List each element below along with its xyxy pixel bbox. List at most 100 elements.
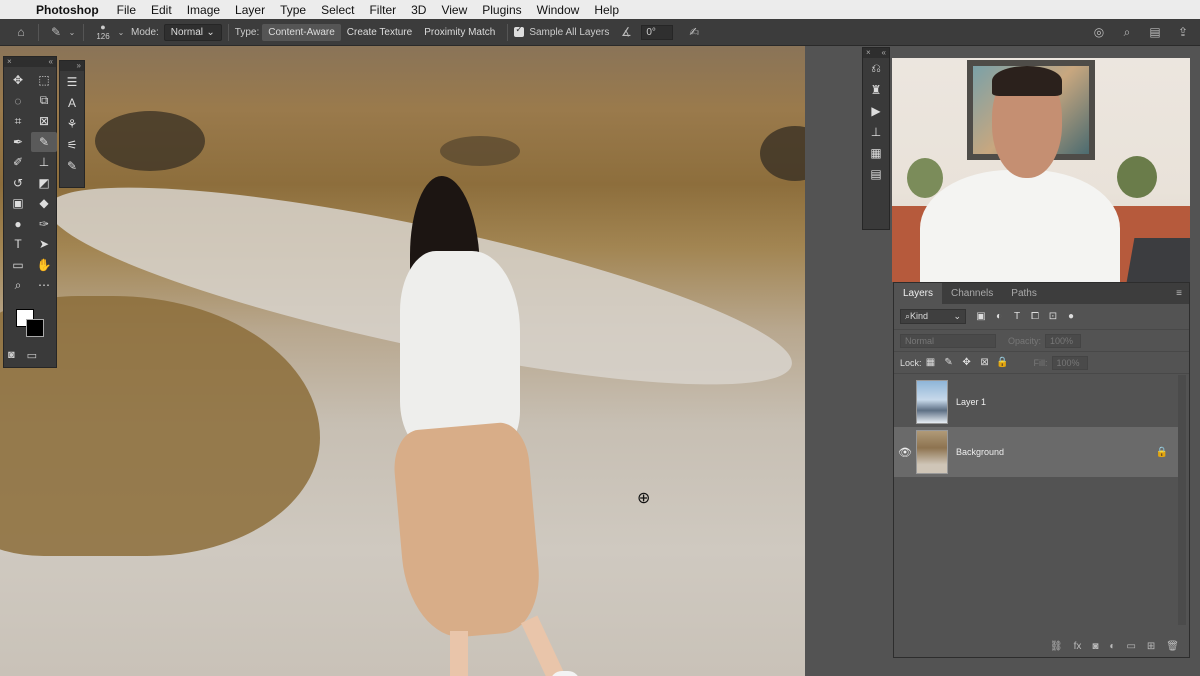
lock-transparency-icon[interactable]: ▦ [922, 357, 940, 368]
tab-layers[interactable]: Layers [894, 283, 943, 304]
search-icon[interactable]: ⌕ [1116, 25, 1138, 40]
panel-menu-icon[interactable]: ≡ [1176, 288, 1189, 299]
add-mask-icon[interactable]: ◙ [1092, 641, 1098, 652]
pressure-icon[interactable]: ✍ [683, 25, 705, 39]
lock-all-icon[interactable]: 🔒 [994, 357, 1012, 368]
menu-layer[interactable]: Layer [235, 3, 265, 17]
link-layers-icon[interactable]: ⛓ [1050, 641, 1063, 652]
menu-plugins[interactable]: Plugins [482, 3, 521, 17]
move-tool-icon[interactable]: ✥ [5, 70, 31, 91]
layer-row-layer-1[interactable]: Layer 1 [894, 377, 1178, 427]
menu-file[interactable]: File [117, 3, 136, 17]
eraser-tool-icon[interactable]: ◩ [31, 173, 57, 194]
type-tool-icon[interactable]: T [5, 234, 31, 255]
brush-settings-icon[interactable]: ✎ [60, 155, 84, 176]
properties-icon[interactable]: ⚟ [60, 134, 84, 155]
pen-tool-icon[interactable]: ✑ [31, 214, 57, 235]
eye-icon[interactable]: 👁 [894, 446, 916, 459]
dodge-tool-icon[interactable]: ● [5, 214, 31, 235]
color-swatches[interactable] [12, 307, 52, 343]
sample-all-layers-checkbox[interactable] [514, 24, 525, 37]
spot-healing-brush-icon[interactable]: ✎ [45, 25, 67, 39]
close-icon[interactable]: × [866, 48, 871, 58]
document-canvas[interactable]: ⊕ [0, 46, 805, 676]
workspace-icon[interactable]: ▤ [1144, 25, 1166, 40]
layer-row-background[interactable]: 👁 Background 🔒 [894, 427, 1178, 477]
adjustment-layer-icon[interactable]: ◐ [1109, 641, 1115, 652]
layer-name[interactable]: Background [956, 447, 1004, 457]
libraries-icon[interactable]: ⚘ [60, 113, 84, 134]
tab-paths[interactable]: Paths [1002, 283, 1046, 304]
filter-type-icon[interactable]: T [1008, 311, 1026, 322]
path-selection-tool-icon[interactable]: ➤ [31, 234, 57, 255]
user-icon[interactable]: ◎ [1088, 25, 1110, 40]
zoom-tool-icon[interactable]: ⌕ [5, 275, 31, 296]
menu-select[interactable]: Select [321, 3, 354, 17]
filter-toggle-icon[interactable]: ● [1062, 311, 1080, 322]
chevron-down-icon[interactable]: ⌄ [116, 28, 126, 37]
fx-icon[interactable]: fx [1074, 641, 1082, 652]
info-icon[interactable]: ▦ [863, 142, 889, 163]
tab-channels[interactable]: Channels [942, 283, 1002, 304]
object-selection-tool-icon[interactable]: ⧉ [31, 91, 57, 112]
notes-icon[interactable]: ▤ [863, 163, 889, 184]
frame-tool-icon[interactable]: ⊠ [31, 111, 57, 132]
menu-3d[interactable]: 3D [411, 3, 426, 17]
new-group-icon[interactable]: ▭ [1126, 641, 1135, 652]
kind-filter-dropdown[interactable]: ⌕Kind ⌄ [900, 309, 966, 324]
more-tools-icon[interactable]: ⋯ [31, 275, 57, 296]
fill-input[interactable]: 100% [1051, 355, 1088, 370]
menu-image[interactable]: Image [187, 3, 220, 17]
collapse-icon[interactable]: « [49, 57, 53, 67]
brush-tool-icon[interactable]: ✐ [5, 152, 31, 173]
quick-mask-icon[interactable]: ◙ [8, 349, 15, 362]
menu-filter[interactable]: Filter [369, 3, 396, 17]
filter-pixel-icon[interactable]: ▣ [972, 311, 990, 322]
background-color-swatch[interactable] [26, 319, 44, 337]
lock-image-icon[interactable]: ✎ [940, 357, 958, 368]
layers-scrollbar[interactable] [1178, 375, 1186, 625]
hand-tool-icon[interactable]: ✋ [31, 255, 57, 276]
angle-input[interactable]: 0° [641, 24, 674, 40]
actions-icon[interactable]: ▶ [863, 100, 889, 121]
lasso-tool-icon[interactable]: ◌ [5, 91, 31, 112]
history-icon[interactable]: ⎌ [863, 58, 889, 79]
app-menu-photoshop[interactable]: Photoshop [36, 3, 99, 17]
close-icon[interactable]: × [7, 57, 12, 67]
brush-size-picker[interactable]: ● 126 [90, 23, 116, 42]
chevron-down-icon[interactable]: ⌄ [67, 28, 77, 37]
eyedropper-tool-icon[interactable]: ✒ [5, 132, 31, 153]
glyphs-icon[interactable]: ♜ [863, 79, 889, 100]
rectangle-tool-icon[interactable]: ▭ [5, 255, 31, 276]
menu-window[interactable]: Window [537, 3, 580, 17]
home-icon[interactable]: ⌂ [10, 25, 32, 39]
clone-source-icon[interactable]: ⊥ [863, 121, 889, 142]
menu-type[interactable]: Type [280, 3, 306, 17]
character-icon[interactable]: A [60, 92, 84, 113]
clone-stamp-tool-icon[interactable]: ⊥ [31, 152, 57, 173]
adjustments-icon[interactable]: ☰ [60, 71, 84, 92]
menu-view[interactable]: View [441, 3, 467, 17]
share-icon[interactable]: ⇪ [1172, 25, 1194, 40]
crop-tool-icon[interactable]: ⌗ [5, 111, 31, 132]
collapse-icon[interactable]: « [882, 48, 886, 58]
gradient-tool-icon[interactable]: ▣ [5, 193, 31, 214]
new-layer-icon[interactable]: ⊞ [1147, 641, 1155, 652]
marquee-tool-icon[interactable]: ⬚ [31, 70, 57, 91]
menu-help[interactable]: Help [594, 3, 619, 17]
mode-dropdown[interactable]: Normal ⌄ [163, 23, 222, 41]
history-brush-tool-icon[interactable]: ↺ [5, 173, 31, 194]
opacity-input[interactable]: 100% [1045, 333, 1082, 348]
lock-position-icon[interactable]: ✥ [958, 357, 976, 368]
screen-mode-icon[interactable]: ▭ [27, 349, 37, 362]
blur-tool-icon[interactable]: ◆ [31, 193, 57, 214]
blend-mode-dropdown[interactable]: Normal [900, 333, 996, 348]
filter-smart-object-icon[interactable]: ⊡ [1044, 311, 1062, 322]
filter-shape-icon[interactable]: ⧠ [1026, 311, 1044, 322]
collapse-icon[interactable]: » [77, 61, 81, 70]
content-aware-button[interactable]: Content-Aware [262, 23, 341, 41]
create-texture-button[interactable]: Create Texture [341, 24, 418, 41]
proximity-match-button[interactable]: Proximity Match [418, 24, 501, 41]
spot-healing-tool-icon[interactable]: ✎ [31, 131, 57, 152]
lock-artboard-icon[interactable]: ⊠ [976, 357, 994, 368]
